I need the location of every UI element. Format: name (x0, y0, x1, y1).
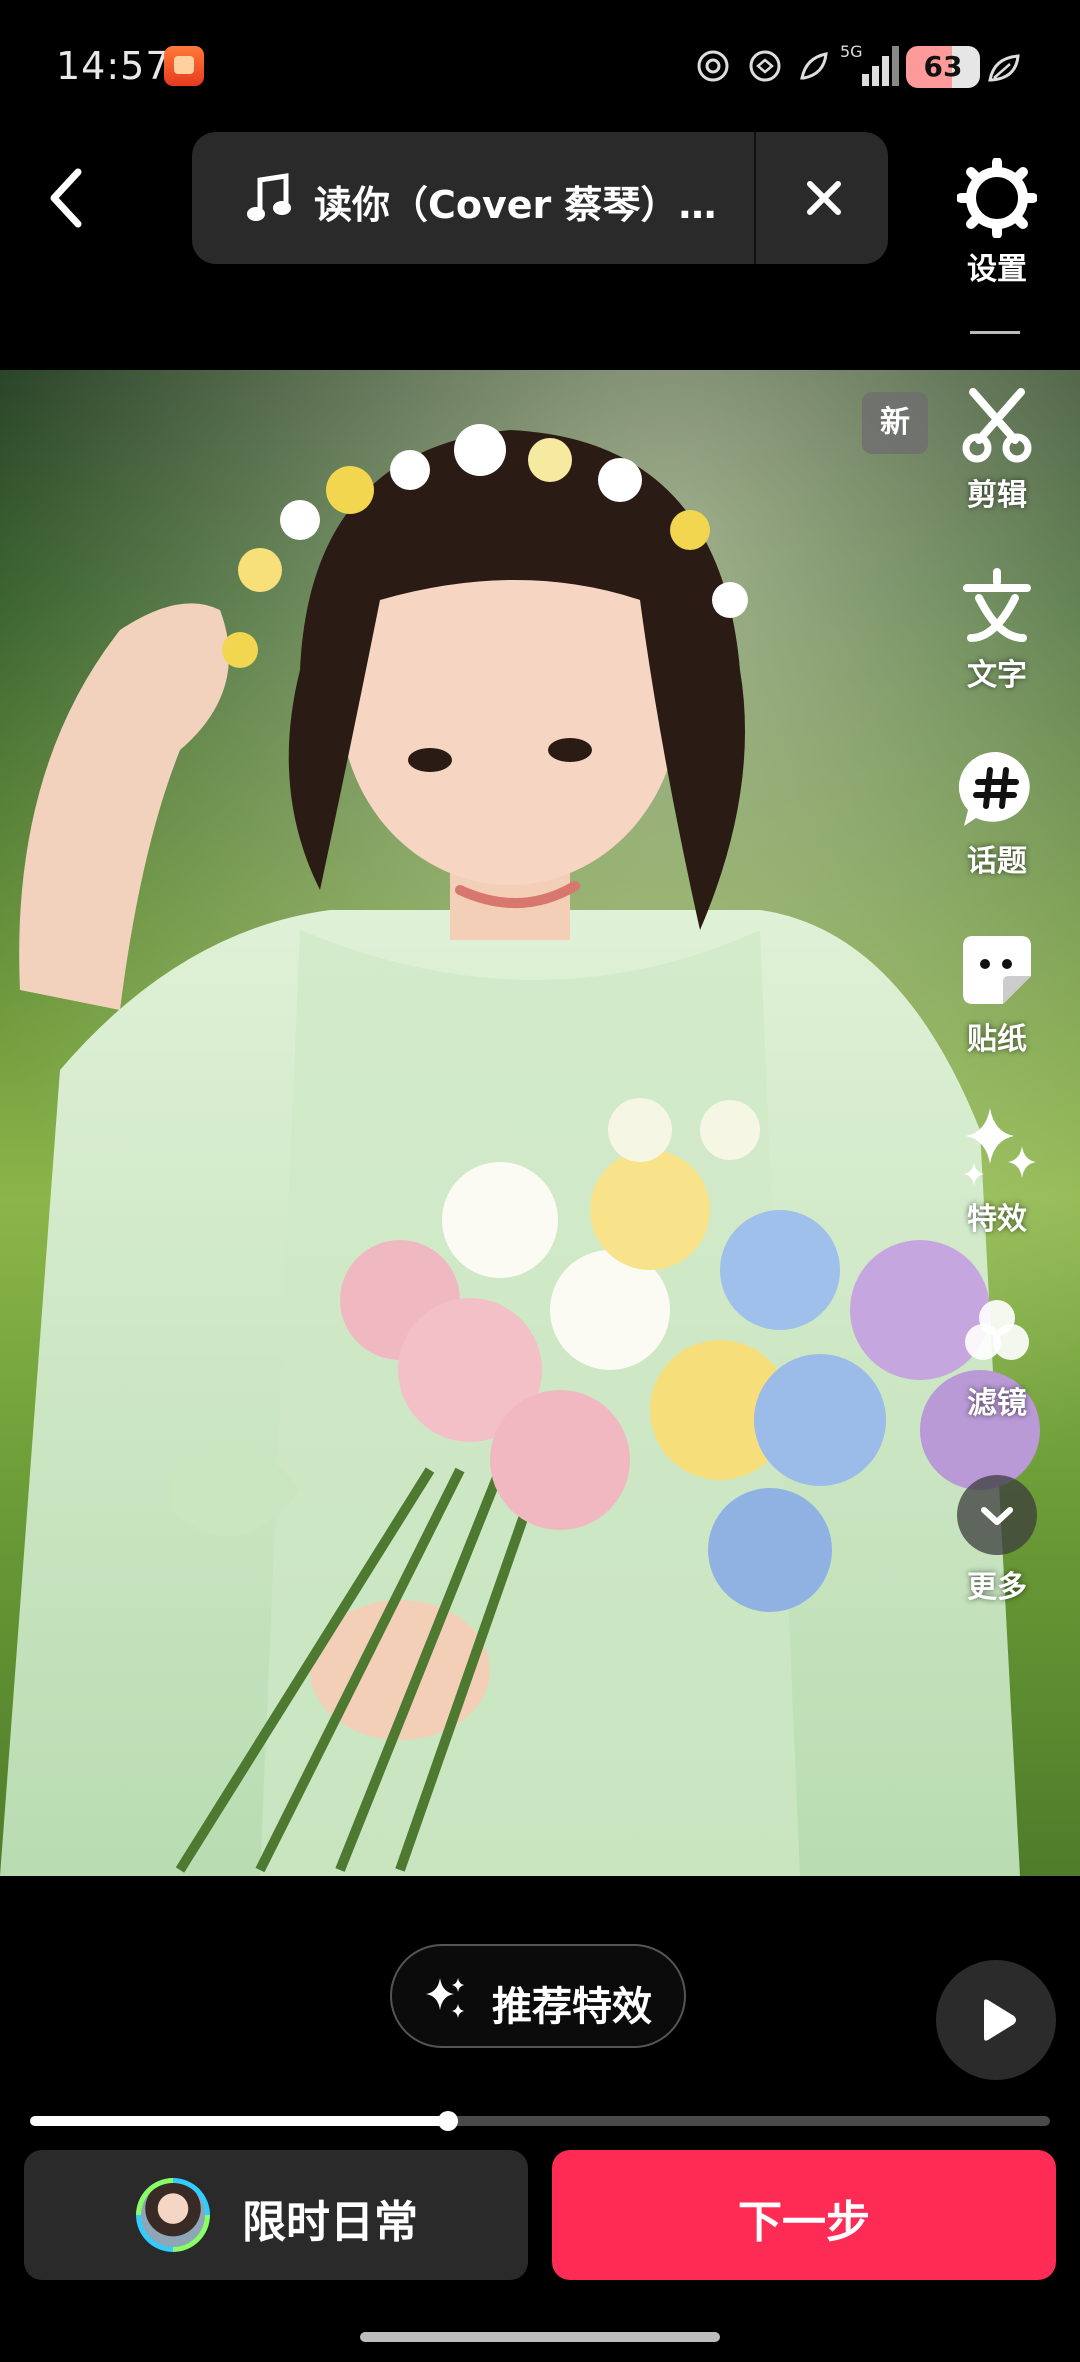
effects-label: 特效 (967, 1202, 1027, 1237)
next-step-button[interactable]: 下一步 (552, 2150, 1056, 2280)
filter-icon (965, 1300, 1029, 1360)
recommend-effects-label: 推荐特效 (492, 1984, 652, 2030)
app-notification-icon (164, 46, 204, 86)
chevron-left-icon (50, 168, 82, 228)
more-label: 更多 (967, 1570, 1027, 1605)
play-button[interactable] (936, 1960, 1056, 2080)
topic-label: 话题 (967, 844, 1027, 879)
text-label: 文字 (967, 658, 1027, 693)
status-time: 14:57 (56, 44, 171, 88)
avatar (136, 2178, 210, 2252)
power-saving-icon (986, 50, 1022, 86)
avatar-image (141, 2183, 205, 2247)
text-icon (963, 568, 1031, 642)
new-badge: 新 (862, 392, 928, 454)
filter-label: 滤镜 (967, 1386, 1027, 1421)
edit-button[interactable]: 剪辑 (948, 388, 1046, 514)
battery-indicator: 63 (906, 46, 980, 88)
progress-fill (30, 2116, 448, 2126)
play-icon (984, 1999, 1016, 2041)
nfc-icon (694, 48, 732, 84)
sticker-label: 贴纸 (967, 1022, 1027, 1057)
topic-button[interactable]: 话题 (948, 748, 1046, 880)
daily-story-button[interactable]: 限时日常 (24, 2150, 528, 2280)
sticker-button[interactable]: 贴纸 (948, 932, 1046, 1058)
progress-handle[interactable] (438, 2111, 458, 2131)
effects-button[interactable]: 特效 (948, 1106, 1046, 1238)
toolbar-divider (970, 331, 1020, 334)
text-button[interactable]: 文字 (948, 568, 1046, 694)
sparkle-icon (964, 1108, 1036, 1186)
cellular-signal-icon: 5G (840, 42, 900, 88)
preview-image (0, 370, 1080, 1876)
daily-story-label: 限时日常 (242, 2197, 418, 2248)
leaf-status-icon (796, 48, 834, 84)
close-icon[interactable] (792, 166, 856, 230)
sync-icon (746, 48, 784, 84)
home-indicator[interactable] (360, 2332, 720, 2342)
back-button[interactable] (40, 162, 96, 234)
settings-label: 设置 (967, 252, 1027, 287)
video-preview[interactable] (0, 370, 1080, 1876)
more-button[interactable]: 更多 (948, 1474, 1046, 1606)
edit-label: 剪辑 (967, 478, 1027, 513)
music-divider (754, 132, 756, 264)
recommend-effects-button[interactable]: 推荐特效 (390, 1944, 686, 2048)
chevron-down-icon (957, 1475, 1037, 1555)
sparkle-icon (426, 1978, 464, 2018)
next-step-label: 下一步 (738, 2197, 870, 2248)
battery-level: 63 (923, 50, 963, 83)
filter-button[interactable]: 滤镜 (948, 1296, 1046, 1422)
settings-button[interactable]: 设置 (948, 158, 1046, 288)
music-selector[interactable]: 读你（Cover 蔡琴）… (192, 132, 888, 264)
hashtag-icon (958, 751, 1030, 826)
music-note-icon (247, 173, 291, 221)
music-title: 读你（Cover 蔡琴）… (314, 183, 717, 227)
gear-icon (957, 158, 1037, 238)
sticker-icon (963, 936, 1031, 1004)
progress-bar[interactable] (30, 2111, 1050, 2131)
scissors-icon (962, 388, 1032, 463)
